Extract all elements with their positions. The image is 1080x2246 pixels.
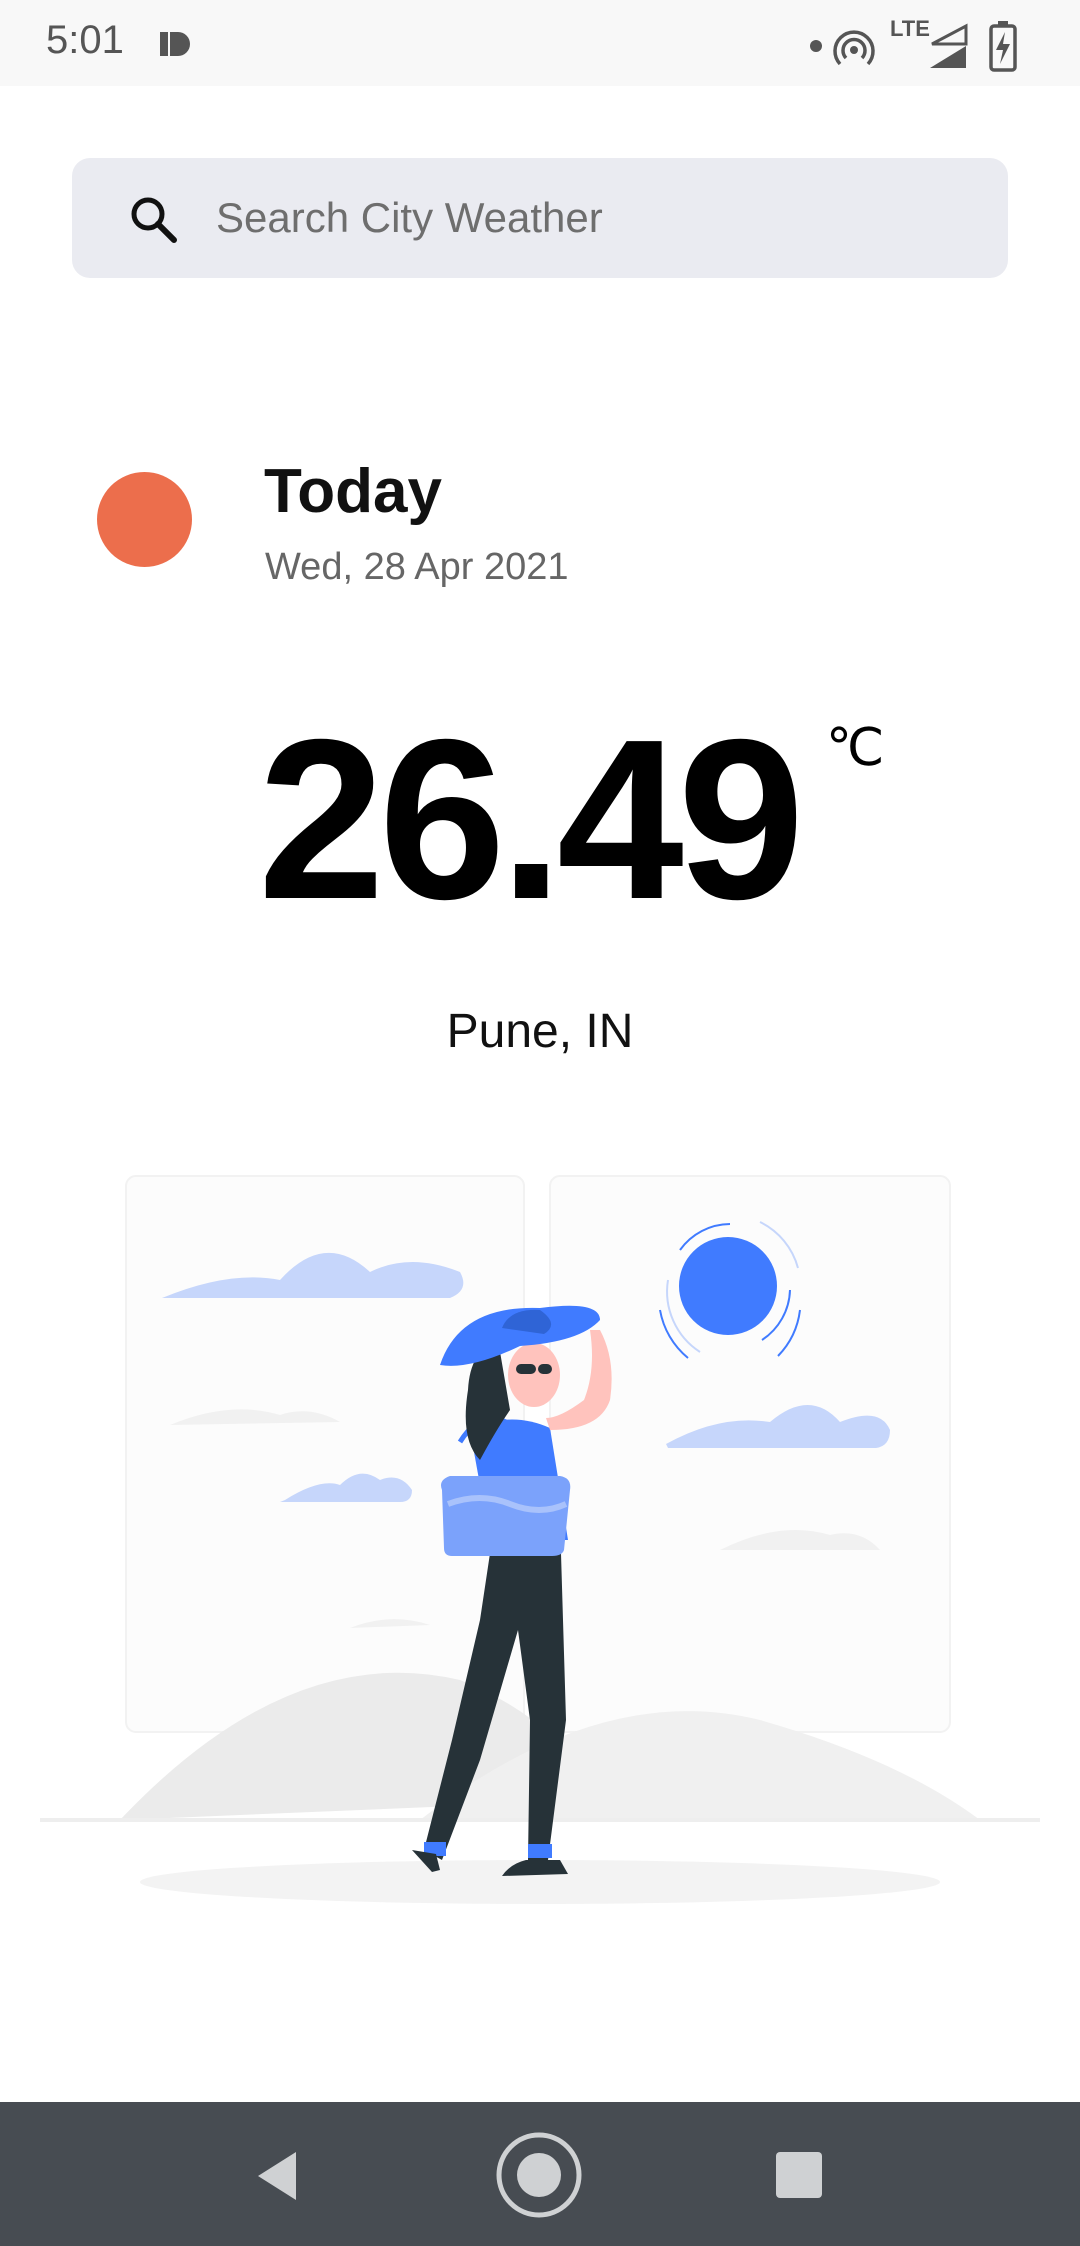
hotspot-icon xyxy=(833,30,875,66)
signal-icon xyxy=(930,23,968,68)
home-icon[interactable] xyxy=(494,2130,584,2220)
current-date: Wed, 28 Apr 2021 xyxy=(265,546,569,588)
temperature-unit: ℃ xyxy=(826,719,885,777)
temperature-value: 26.49 xyxy=(258,693,805,947)
network-type-label: LTE xyxy=(890,16,930,41)
navigation-bar xyxy=(0,2102,1080,2246)
notification-icon xyxy=(160,32,190,56)
battery-charging-icon xyxy=(989,21,1017,72)
recents-icon[interactable] xyxy=(774,2150,824,2200)
search-icon xyxy=(131,197,177,243)
status-time: 5:01 xyxy=(46,18,124,62)
summer-woman-illustration xyxy=(40,1175,1040,1904)
back-icon[interactable] xyxy=(250,2146,310,2206)
weather-screen: 5:01 LTE Search City Weather Today Wed, … xyxy=(0,0,1080,2246)
search-bar[interactable] xyxy=(72,158,1008,278)
status-dot xyxy=(810,40,822,52)
search-input[interactable] xyxy=(216,180,976,256)
weather-indicator-dot xyxy=(97,472,192,567)
status-bar: 5:01 LTE xyxy=(0,0,1080,86)
today-heading: Today xyxy=(264,457,442,526)
status-icons: LTE xyxy=(810,16,1050,72)
temperature-display: 26.49 ℃ xyxy=(0,700,1080,940)
location-label: Pune, IN xyxy=(446,1005,634,1058)
